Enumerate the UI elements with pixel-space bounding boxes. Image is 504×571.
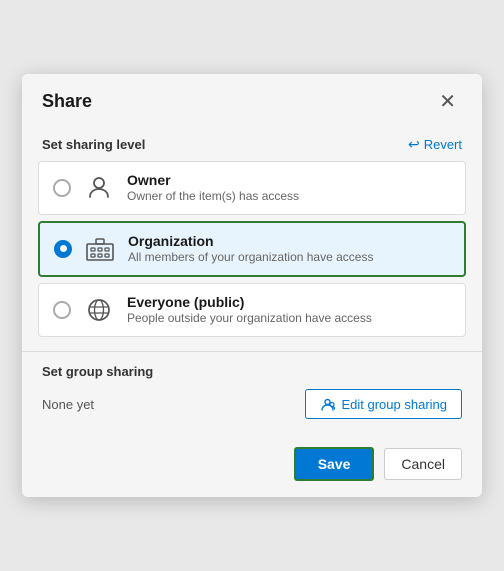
sharing-level-label: Set sharing level bbox=[42, 137, 145, 152]
revert-label: Revert bbox=[424, 137, 462, 152]
organization-option[interactable]: Organization All members of your organiz… bbox=[38, 221, 466, 277]
organization-title: Organization bbox=[128, 233, 450, 249]
save-button[interactable]: Save bbox=[294, 447, 375, 481]
dialog-footer: Save Cancel bbox=[22, 435, 482, 497]
close-icon: ✕ bbox=[439, 91, 456, 113]
dialog-title: Share bbox=[42, 91, 92, 112]
owner-text: Owner Owner of the item(s) has access bbox=[127, 172, 451, 203]
organization-text: Organization All members of your organiz… bbox=[128, 233, 450, 264]
group-section-label: Set group sharing bbox=[42, 364, 462, 379]
owner-option[interactable]: Owner Owner of the item(s) has access bbox=[38, 161, 466, 215]
none-yet-label: None yet bbox=[42, 397, 94, 412]
revert-button[interactable]: ↩ Revert bbox=[408, 136, 462, 153]
group-row: None yet Edit group sharing bbox=[42, 389, 462, 419]
edit-group-button[interactable]: Edit group sharing bbox=[305, 389, 462, 419]
everyone-option[interactable]: Everyone (public) People outside your or… bbox=[38, 283, 466, 337]
close-button[interactable]: ✕ bbox=[433, 90, 462, 114]
dialog-header: Share ✕ bbox=[22, 74, 482, 126]
edit-group-icon bbox=[320, 396, 335, 412]
everyone-desc: People outside your organization have ac… bbox=[127, 311, 451, 325]
owner-title: Owner bbox=[127, 172, 451, 188]
everyone-icon bbox=[83, 294, 115, 326]
organization-radio[interactable] bbox=[54, 240, 72, 258]
share-dialog: Share ✕ Set sharing level ↩ Revert Owner… bbox=[22, 74, 482, 497]
owner-radio[interactable] bbox=[53, 179, 71, 197]
group-sharing-section: Set group sharing None yet Edit group sh… bbox=[22, 352, 482, 435]
everyone-text: Everyone (public) People outside your or… bbox=[127, 294, 451, 325]
organization-icon bbox=[84, 233, 116, 265]
everyone-radio[interactable] bbox=[53, 301, 71, 319]
revert-icon: ↩ bbox=[408, 136, 420, 153]
owner-desc: Owner of the item(s) has access bbox=[127, 189, 451, 203]
owner-icon bbox=[83, 172, 115, 204]
organization-desc: All members of your organization have ac… bbox=[128, 250, 450, 264]
edit-group-label: Edit group sharing bbox=[341, 397, 447, 412]
everyone-title: Everyone (public) bbox=[127, 294, 451, 310]
cancel-button[interactable]: Cancel bbox=[384, 448, 462, 480]
sharing-options: Owner Owner of the item(s) has access bbox=[22, 161, 482, 337]
sharing-level-header: Set sharing level ↩ Revert bbox=[22, 126, 482, 161]
